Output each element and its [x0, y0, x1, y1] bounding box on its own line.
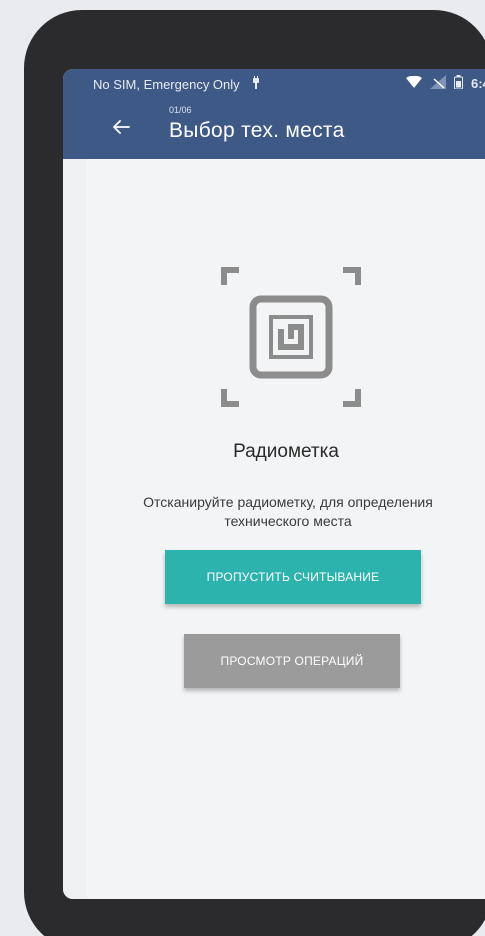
page-title: Выбор тех. места — [169, 119, 345, 142]
usb-icon — [250, 76, 262, 93]
status-left: No SIM, Emergency Only — [93, 76, 262, 93]
rfid-heading: Радиометка — [233, 441, 339, 462]
signal-off-icon — [429, 75, 446, 92]
step-counter: 01/06 — [169, 105, 192, 115]
carrier-text: No SIM, Emergency Only — [93, 77, 240, 92]
app-bar: 01/06 Выбор тех. места — [63, 97, 485, 159]
skip-reading-button[interactable]: ПРОПУСТИТЬ СЧИТЫВАНИЕ — [165, 550, 421, 604]
battery-icon — [453, 75, 463, 92]
status-bar: No SIM, Emergency Only 6: — [63, 69, 485, 97]
status-right: 6:41 — [405, 75, 485, 92]
wifi-icon — [405, 75, 422, 91]
back-button[interactable] — [107, 113, 135, 141]
view-operations-button[interactable]: ПРОСМОТР ОПЕРАЦИЙ — [184, 634, 400, 688]
main-content: Радиометка Отсканируйте радиометку, для … — [63, 159, 485, 899]
page: No SIM, Emergency Only 6: 01/06 Выбор те… — [0, 0, 485, 936]
clock: 6:41 — [470, 76, 485, 91]
rfid-tag-icon — [221, 267, 361, 407]
instructions-text: Отсканируйте радиометку, для определения… — [143, 494, 433, 529]
device-screen: No SIM, Emergency Only 6: 01/06 Выбор те… — [63, 69, 485, 899]
phone-frame: No SIM, Emergency Only 6: 01/06 Выбор те… — [24, 10, 485, 936]
arrow-left-icon — [113, 120, 130, 134]
